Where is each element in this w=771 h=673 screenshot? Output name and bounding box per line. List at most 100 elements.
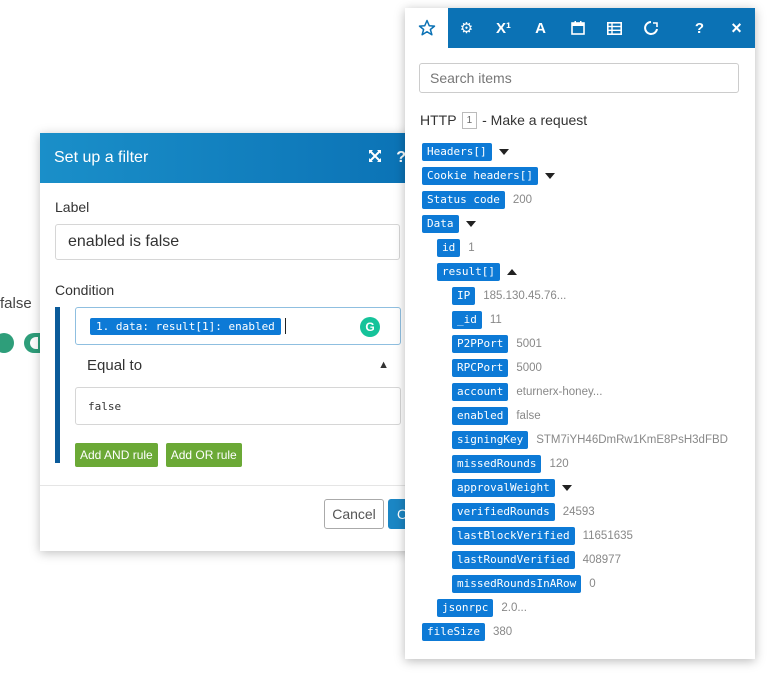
item-value: 408977 xyxy=(582,554,621,566)
tree-item-approvalweight[interactable]: approvalWeight xyxy=(452,479,572,497)
filter-dialog: Set up a filter ? Label enabled is false… xyxy=(40,133,420,551)
item-key[interactable]: _id xyxy=(452,311,482,329)
background-connector-handle[interactable] xyxy=(24,333,40,353)
item-value: 185.130.45.76... xyxy=(483,290,567,302)
module-action: - Make a request xyxy=(482,112,588,128)
item-key[interactable]: approvalWeight xyxy=(452,479,555,497)
filter-body: Label enabled is false Condition 1. data… xyxy=(40,183,420,467)
item-key[interactable]: account xyxy=(452,383,509,401)
item-key[interactable]: enabled xyxy=(452,407,509,425)
mapping-tree: Headers[] Cookie headers[] Status code 20… xyxy=(405,135,755,655)
background-module-node[interactable] xyxy=(0,333,14,353)
tree-item-rpcport[interactable]: RPCPort 5000 xyxy=(452,359,542,377)
item-key[interactable]: Status code xyxy=(422,191,505,209)
tree-item-p2pport[interactable]: P2PPort 5001 xyxy=(452,335,542,353)
tree-item-cookie-headers[interactable]: Cookie headers[] xyxy=(422,167,555,185)
module-name: HTTP xyxy=(420,112,457,128)
item-key[interactable]: P2PPort xyxy=(452,335,509,353)
tree-item-account[interactable]: account eturnerx-honey... xyxy=(452,383,602,401)
panel-tab-actions: ? × xyxy=(681,8,755,48)
condition-operand-input[interactable]: 1. data: result[1]: enabled G xyxy=(75,307,401,345)
item-key[interactable]: id xyxy=(437,239,461,257)
item-value: 11651635 xyxy=(582,530,633,542)
tree-item-data[interactable]: Data xyxy=(422,215,476,233)
tree-item-id[interactable]: id 1 xyxy=(437,239,475,257)
item-value: 5000 xyxy=(516,362,542,374)
item-key[interactable]: result[] xyxy=(437,263,500,281)
item-key[interactable]: Data xyxy=(422,215,459,233)
add-and-rule-button[interactable]: Add AND rule xyxy=(75,443,158,467)
mapped-item-pill[interactable]: 1. data: result[1]: enabled xyxy=(90,317,281,335)
mapping-panel: ⚙ X¹ A ? × Search items HTTP 1 - Make a … xyxy=(405,8,755,659)
expand-arrow-icon[interactable] xyxy=(544,173,555,179)
item-key[interactable]: Headers[] xyxy=(422,143,492,161)
condition-value-input[interactable]: false xyxy=(75,387,401,425)
cancel-button[interactable]: Cancel xyxy=(324,499,384,529)
label-heading: Label xyxy=(55,199,90,215)
tree-item-missedroundsinarow[interactable]: missedRoundsInARow 0 xyxy=(452,575,596,593)
item-key[interactable]: jsonrpc xyxy=(437,599,494,617)
item-value: STM7iYH46DmRw1KmE8PsH3dFBD xyxy=(536,434,728,446)
condition-heading: Condition xyxy=(55,282,115,298)
superscript-icon[interactable]: X¹ xyxy=(485,8,522,48)
module-heading: HTTP 1 - Make a request xyxy=(420,111,755,129)
label-input[interactable]: enabled is false xyxy=(55,224,400,260)
text-caret xyxy=(284,318,286,334)
item-value: 11 xyxy=(489,314,502,326)
panel-tabs: ⚙ X¹ A ? × xyxy=(405,8,755,48)
tree-item-underscore-id[interactable]: _id 11 xyxy=(452,311,502,329)
tree-item-jsonrpc[interactable]: jsonrpc 2.0... xyxy=(437,599,527,617)
tree-item-enabled[interactable]: enabled false xyxy=(452,407,541,425)
help-icon[interactable]: ? xyxy=(681,8,718,48)
tree-item-headers[interactable]: Headers[] xyxy=(422,143,509,161)
item-value: eturnerx-honey... xyxy=(516,386,603,398)
item-key[interactable]: missedRoundsInARow xyxy=(452,575,582,593)
item-value: 200 xyxy=(512,194,533,206)
tree-item-filesize[interactable]: fileSize 380 xyxy=(422,623,512,641)
item-value: 120 xyxy=(549,458,569,470)
background-route-label: false xyxy=(0,295,32,312)
item-key[interactable]: signingKey xyxy=(452,431,529,449)
star-icon[interactable] xyxy=(405,8,448,48)
tree-item-missedrounds[interactable]: missedRounds 120 xyxy=(452,455,569,473)
expand-arrow-icon[interactable] xyxy=(561,485,572,491)
collapse-arrow-icon[interactable] xyxy=(506,269,517,275)
text-icon[interactable]: A xyxy=(522,8,559,48)
gear-icon[interactable]: ⚙ xyxy=(448,8,485,48)
tree-item-signingkey[interactable]: signingKey STM7iYH46DmRw1KmE8PsH3dFBD xyxy=(452,431,728,449)
tree-item-lastroundverified[interactable]: lastRoundVerified 408977 xyxy=(452,551,621,569)
item-key[interactable]: lastRoundVerified xyxy=(452,551,575,569)
calendar-icon[interactable] xyxy=(559,8,596,48)
operator-select[interactable]: Equal to ▲ xyxy=(75,347,401,383)
item-key[interactable]: missedRounds xyxy=(452,455,542,473)
item-value: 5001 xyxy=(516,338,542,350)
tree-item-ip[interactable]: IP 185.130.45.76... xyxy=(452,287,566,305)
item-key[interactable]: lastBlockVerified xyxy=(452,527,575,545)
tree-item-result[interactable]: result[] xyxy=(437,263,517,281)
filter-footer: Cancel O xyxy=(40,485,420,551)
item-value: 380 xyxy=(492,626,513,638)
tree-item-status-code[interactable]: Status code 200 xyxy=(422,191,532,209)
item-key[interactable]: IP xyxy=(452,287,476,305)
item-key[interactable]: fileSize xyxy=(422,623,485,641)
grammarly-icon[interactable]: G xyxy=(360,317,380,337)
tree-item-verifiedrounds[interactable]: verifiedRounds 24593 xyxy=(452,503,595,521)
item-key[interactable]: verifiedRounds xyxy=(452,503,555,521)
item-key[interactable]: Cookie headers[] xyxy=(422,167,538,185)
expand-arrow-icon[interactable] xyxy=(465,221,476,227)
expand-arrow-icon[interactable] xyxy=(498,149,509,155)
item-key[interactable]: RPCPort xyxy=(452,359,509,377)
expand-icon[interactable] xyxy=(368,149,382,168)
item-value: 24593 xyxy=(562,506,595,518)
operator-value: Equal to xyxy=(87,356,143,374)
table-icon[interactable] xyxy=(596,8,633,48)
search-input[interactable]: Search items xyxy=(419,63,739,93)
tree-item-lastblockverified[interactable]: lastBlockVerified 11651635 xyxy=(452,527,633,545)
item-value: 0 xyxy=(589,578,596,590)
add-or-rule-button[interactable]: Add OR rule xyxy=(165,443,242,467)
close-icon[interactable]: × xyxy=(718,8,755,48)
module-number-badge: 1 xyxy=(461,111,478,129)
filter-header: Set up a filter ? xyxy=(40,133,420,183)
item-value: false xyxy=(516,410,541,422)
tools-icon[interactable] xyxy=(633,8,670,48)
